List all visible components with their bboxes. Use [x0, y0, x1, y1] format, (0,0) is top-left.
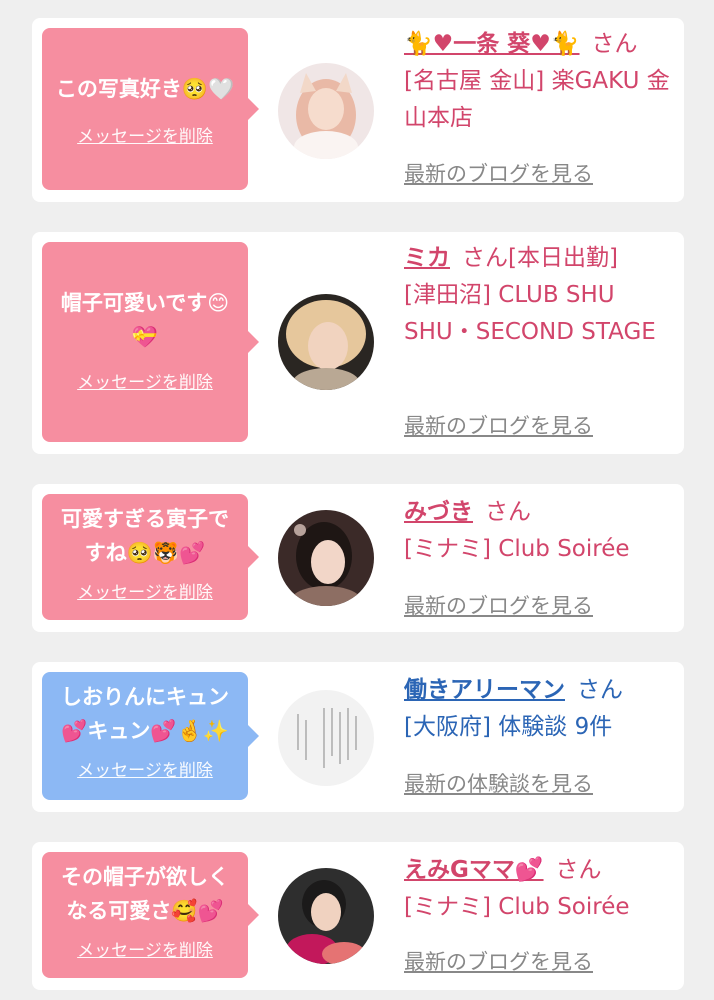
honorific: さん[本日出勤] [462, 245, 618, 271]
sender-name[interactable]: えみGママ💕 [404, 857, 544, 883]
avatar[interactable] [278, 510, 374, 606]
message-bubble: その帽子が欲しく なる可愛さ🥰💕 メッセージを削除 [42, 852, 259, 978]
sender-name[interactable]: 🐈♥一条 葵♥🐈 [404, 31, 580, 57]
message-bubble: 可愛すぎる寅子で すね🥺🐯💕 メッセージを削除 [42, 494, 259, 620]
honorific: さん [591, 31, 638, 57]
avatar-photo [278, 868, 374, 964]
message-card: 帽子可愛いです😊 💝 メッセージを削除 ミカ さん[本日出勤] [津田沼] CLU… [32, 232, 684, 454]
shop-name: [津田沼] CLUB SHU SHU・SECOND STAGE [404, 282, 656, 345]
message-text: 帽子可愛いです😊 💝 [60, 291, 230, 349]
sender-info: 働きアリーマン さん [大阪府] 体験談 9件 [404, 672, 676, 746]
message-card: 可愛すぎる寅子で すね🥺🐯💕 メッセージを削除 みづき さん [ミナミ] Club… [32, 484, 684, 632]
message-text: 可愛すぎる寅子で すね🥺🐯💕 [61, 507, 229, 565]
message-bubble: この写真好き🥺🤍 メッセージを削除 [42, 28, 259, 190]
latest-blog-link[interactable]: 最新のブログを見る [404, 590, 593, 620]
avatar-photo [278, 510, 374, 606]
sender-info: みづき さん [ミナミ] Club Soirée [404, 494, 676, 568]
message-text: この写真好き🥺🤍 [55, 77, 235, 101]
honorific: さん [577, 677, 623, 703]
sender-name[interactable]: 働きアリーマン [404, 677, 565, 703]
message-card: しおりんにキュン 💕キュン💕🤞✨ メッセージを削除 働きアリーマン さん [大阪… [32, 662, 684, 812]
avatar[interactable] [278, 63, 374, 159]
shop-name: [名古屋 金山] 楽GAKU 金山本店 [404, 68, 670, 131]
latest-blog-link[interactable]: 最新のブログを見る [404, 158, 593, 188]
message-bubble: 帽子可愛いです😊 💝 メッセージを削除 [42, 242, 259, 442]
avatar-photo [278, 690, 374, 786]
delete-message-link[interactable]: メッセージを削除 [77, 122, 213, 147]
shop-name: [ミナミ] Club Soirée [404, 536, 630, 562]
message-card: その帽子が欲しく なる可愛さ🥰💕 メッセージを削除 えみGママ💕 さん [ミナミ]… [32, 842, 684, 990]
latest-blog-link[interactable]: 最新のブログを見る [404, 410, 593, 440]
message-card: この写真好き🥺🤍 メッセージを削除 🐈♥一条 葵♥🐈 さん [名古屋 金山] 楽G… [32, 18, 684, 202]
delete-message-link[interactable]: メッセージを削除 [77, 578, 213, 603]
sender-info: えみGママ💕 さん [ミナミ] Club Soirée [404, 852, 676, 926]
message-list: この写真好き🥺🤍 メッセージを削除 🐈♥一条 葵♥🐈 さん [名古屋 金山] 楽G… [0, 0, 714, 1000]
avatar[interactable] [278, 690, 374, 786]
delete-message-link[interactable]: メッセージを削除 [77, 368, 213, 393]
delete-message-link[interactable]: メッセージを削除 [77, 936, 213, 961]
latest-reviews-link[interactable]: 最新の体験談を見る [404, 768, 593, 798]
honorific: さん [555, 857, 602, 883]
delete-message-link[interactable]: メッセージを削除 [77, 756, 213, 781]
avatar-photo [278, 294, 374, 390]
sender-name[interactable]: ミカ [404, 245, 450, 271]
avatar[interactable] [278, 294, 374, 390]
avatar-photo [278, 63, 374, 159]
sender-info: ミカ さん[本日出勤] [津田沼] CLUB SHU SHU・SECOND STA… [404, 240, 676, 351]
message-bubble: しおりんにキュン 💕キュン💕🤞✨ メッセージを削除 [42, 672, 259, 800]
message-text: その帽子が欲しく なる可愛さ🥰💕 [61, 865, 229, 923]
sender-name[interactable]: みづき [404, 499, 473, 525]
message-text: しおりんにキュン 💕キュン💕🤞✨ [61, 685, 229, 743]
avatar[interactable] [278, 868, 374, 964]
sender-info: 🐈♥一条 葵♥🐈 さん [名古屋 金山] 楽GAKU 金山本店 [404, 26, 676, 137]
latest-blog-link[interactable]: 最新のブログを見る [404, 946, 593, 976]
honorific: さん [485, 499, 531, 525]
shop-name: [大阪府] 体験談 9件 [404, 714, 613, 740]
shop-name: [ミナミ] Club Soirée [404, 894, 630, 920]
